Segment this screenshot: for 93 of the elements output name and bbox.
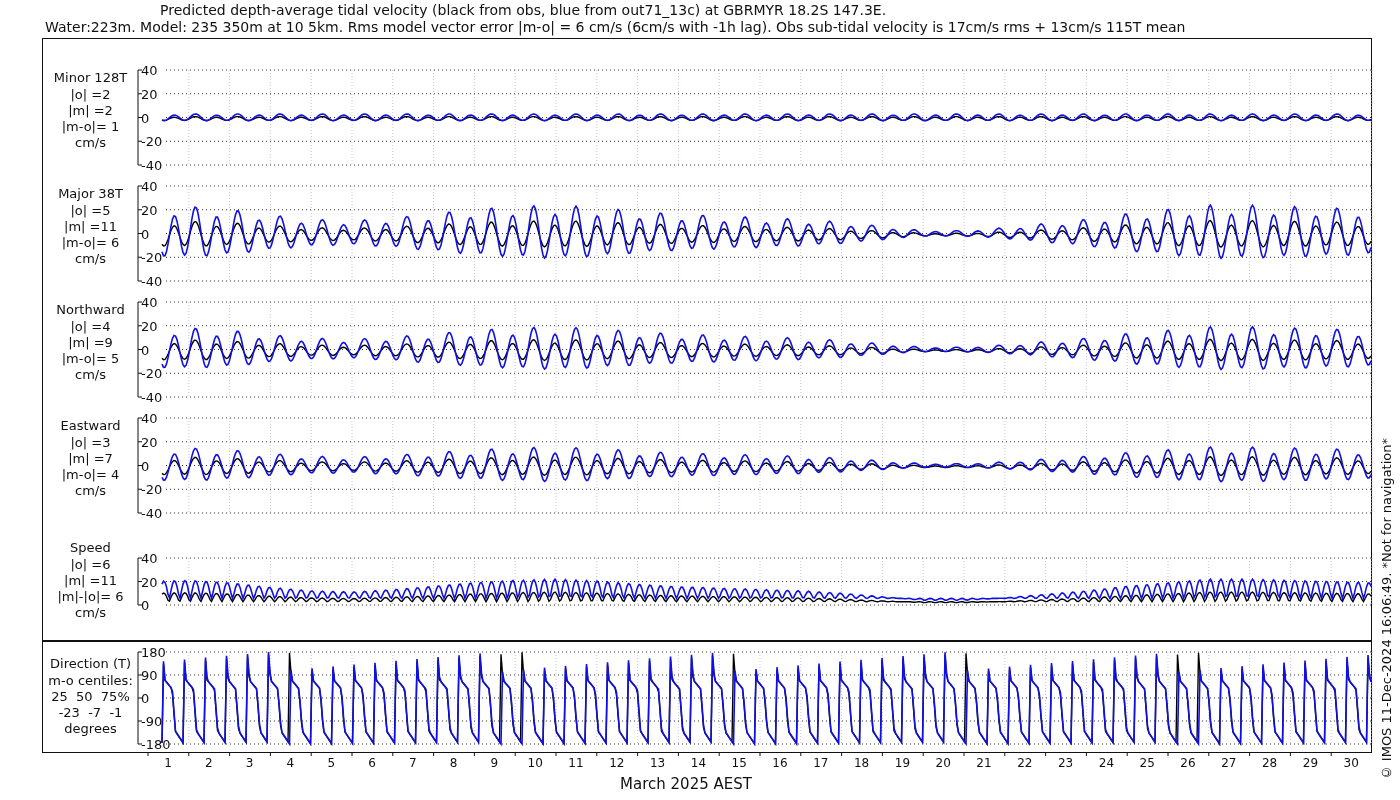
stat-label: |m-o|= 6 xyxy=(61,235,120,252)
chart-title: Predicted depth-average tidal velocity (black from obs, blue from out71_13c) at GBRMYR 18.2S 147.3E. xyxy=(159,2,888,19)
stat-label: |m| =2 xyxy=(68,102,113,120)
tick-label: 18 xyxy=(853,756,870,770)
tick-label: 0 xyxy=(141,342,150,358)
stat-label: m-o centiles: xyxy=(48,672,133,689)
tick-label: 14 xyxy=(690,756,707,770)
stat-label: cm/s xyxy=(75,135,106,152)
stat-label: cm/s xyxy=(75,251,106,268)
tick-label: 21 xyxy=(976,756,992,770)
stat-label: -23 -7 -1 xyxy=(58,705,123,722)
tick-label: 6 xyxy=(368,756,376,770)
tick-label: 27 xyxy=(1221,756,1237,770)
tick-label: 4 xyxy=(286,756,295,770)
stat-label: degrees xyxy=(64,721,117,738)
stat-label: |o| =3 xyxy=(70,434,111,451)
tick-label: 28 xyxy=(1261,756,1278,770)
series-label: Minor 128T xyxy=(53,70,128,87)
stat-label: |m-o|= 4 xyxy=(61,467,120,484)
tick-label: -40 xyxy=(141,274,163,289)
tick-label: 1 xyxy=(164,756,172,770)
tick-label: 180 xyxy=(141,645,166,660)
tick-label: 19 xyxy=(894,756,911,770)
tick-label: 11 xyxy=(568,756,584,770)
chart-title: Water:223m. Model: 235 350m at 10 5km. Rms model vector error |m-o| = 6 cm/s (6cm/s with -1h lag). Obs sub-tidal velocity is 17cm/s rms + 13cm/s 115T mean xyxy=(44,19,1187,36)
tick-label: 24 xyxy=(1098,756,1115,770)
stat-label: |m| =11 xyxy=(64,572,117,590)
stat-label: cm/s xyxy=(75,367,106,384)
series-label: Eastward xyxy=(60,418,121,435)
tick-label: 20 xyxy=(141,318,158,334)
tick-label: 0 xyxy=(141,458,150,474)
stat-label: 25 50 75% xyxy=(51,688,130,706)
tick-label: 10 xyxy=(527,756,543,770)
y-axis xyxy=(137,557,143,606)
tick-label: 90 xyxy=(141,668,158,683)
tick-label: 16 xyxy=(772,756,788,770)
tick-label: 20 xyxy=(141,202,158,218)
stat-label: |m| =7 xyxy=(68,450,113,468)
tick-label: 25 xyxy=(1139,756,1155,770)
stat-label: |o| =6 xyxy=(70,556,111,573)
stat-label: cm/s xyxy=(75,605,106,622)
tick-label: 0 xyxy=(141,110,150,126)
stat-label: |m| =11 xyxy=(64,218,117,236)
stat-label: |m|-|o|= 6 xyxy=(57,589,124,606)
stat-label: cm/s xyxy=(75,483,106,500)
tick-label: -20 xyxy=(141,134,163,150)
tick-label: -40 xyxy=(141,390,163,405)
tick-label: 30 xyxy=(1343,756,1359,770)
tick-label: 17 xyxy=(813,756,829,770)
tick-label: -20 xyxy=(141,482,163,498)
stat-label: |o| =4 xyxy=(70,318,111,335)
tick-label: 40 xyxy=(141,63,158,78)
stat-label: |m| =9 xyxy=(68,334,113,352)
tick-label: 29 xyxy=(1302,756,1319,770)
series-label: Direction (T) xyxy=(50,656,131,673)
tick-label: -40 xyxy=(141,506,163,521)
tick-label: 20 xyxy=(141,86,158,102)
tick-label: 26 xyxy=(1180,756,1196,770)
series-label: Northward xyxy=(56,302,125,319)
tick-label: 40 xyxy=(141,551,158,566)
tick-label: 0 xyxy=(141,691,150,706)
tick-label: 40 xyxy=(141,179,158,194)
stat-label: |o| =5 xyxy=(70,202,111,219)
tick-label: 3 xyxy=(245,756,254,770)
tick-label: 8 xyxy=(449,756,458,770)
tick-label: 20 xyxy=(141,574,158,590)
tick-label: 20 xyxy=(935,756,951,770)
tick-label: 23 xyxy=(1057,756,1074,770)
stat-label: |o| =2 xyxy=(70,86,111,103)
series-label: Speed xyxy=(70,540,111,557)
tick-label: 15 xyxy=(731,756,747,770)
tick-label: -20 xyxy=(141,366,163,382)
series-label: Major 38T xyxy=(58,186,123,203)
stat-label: |m-o|= 1 xyxy=(61,119,120,136)
copyright-note: © IMOS 11-Dec-2024 16:06:49. *Not for navigation* xyxy=(1378,437,1394,780)
axis-title: March 2025 AEST xyxy=(620,775,752,793)
tick-label: 12 xyxy=(609,756,625,770)
tick-label: 0 xyxy=(141,598,150,613)
tick-label: -40 xyxy=(141,158,163,173)
stat-label: |m-o|= 5 xyxy=(61,351,120,368)
tick-label: -20 xyxy=(141,250,163,266)
tick-label: 5 xyxy=(327,756,335,770)
tick-label: 22 xyxy=(1017,756,1033,770)
tick-label: 40 xyxy=(141,295,158,310)
tick-label: 2 xyxy=(205,756,213,770)
tick-label: 40 xyxy=(141,411,158,426)
tick-label: 0 xyxy=(141,226,150,242)
tick-label: 13 xyxy=(649,756,666,770)
tick-label: -90 xyxy=(141,714,163,729)
tick-label: -180 xyxy=(141,737,171,752)
tick-label: 7 xyxy=(409,756,417,770)
tick-label: 20 xyxy=(141,434,158,450)
tick-label: 9 xyxy=(490,756,499,770)
